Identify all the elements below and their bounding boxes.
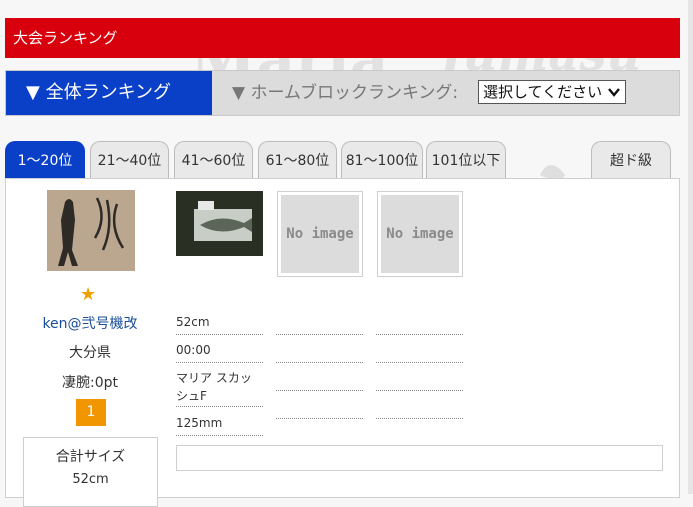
rank-badge: 1	[76, 399, 106, 426]
tab-81-100[interactable]: 81〜100位	[341, 141, 423, 179]
empty-cell	[276, 341, 363, 363]
catch-time: 00:00	[176, 341, 263, 363]
catch-lure-size: 125mm	[176, 414, 263, 436]
tab-41-60[interactable]: 41〜60位	[174, 141, 253, 179]
catch-lure: マリア スカッシュF	[176, 369, 263, 407]
total-size-value: 52cm	[72, 472, 109, 487]
no-image-placeholder: No image	[277, 191, 363, 277]
empty-cell	[376, 369, 463, 391]
home-block-select-value: 選択してください	[483, 83, 603, 101]
tab-21-40[interactable]: 21〜40位	[90, 141, 169, 179]
chevron-down-icon	[608, 88, 620, 97]
empty-cell	[376, 341, 463, 363]
catch-photo[interactable]	[176, 191, 263, 256]
tab-1-20[interactable]: 1〜20位	[5, 141, 85, 179]
player-prefecture: 大分県	[69, 345, 111, 361]
total-size-label: 合計サイズ	[55, 449, 126, 465]
avatar[interactable]	[47, 190, 135, 271]
comment-box	[176, 445, 663, 471]
player-name[interactable]: ken@弐号機改	[0, 313, 180, 333]
tab-101-plus[interactable]: 101位以下	[426, 141, 506, 179]
catch-photo-image	[176, 191, 263, 256]
home-block-select[interactable]: 選択してください	[478, 80, 626, 104]
empty-cell	[376, 397, 463, 419]
scrollbar-track[interactable]	[688, 0, 693, 494]
player-points: 凄腕:0pt	[62, 375, 118, 391]
tab-super-class[interactable]: 超ド級	[591, 141, 671, 179]
overall-ranking-tab[interactable]: ▼ 全体ランキング	[6, 71, 212, 115]
empty-cell	[276, 369, 363, 391]
catch-size: 52cm	[176, 313, 263, 335]
no-image-label: No image	[281, 195, 359, 273]
star-icon: ★	[80, 284, 97, 305]
empty-cell	[376, 313, 463, 335]
empty-cell	[276, 397, 363, 419]
ranking-switch: ▼ 全体ランキング ▼ ホームブロックランキング: 選択してください	[5, 70, 680, 116]
no-image-label: No image	[381, 195, 459, 273]
avatar-image	[47, 190, 135, 271]
no-image-placeholder: No image	[377, 191, 463, 277]
tab-61-80[interactable]: 61〜80位	[258, 141, 337, 179]
home-block-ranking-label: ▼ ホームブロックランキング:	[232, 83, 459, 103]
empty-cell	[276, 313, 363, 335]
page-title-bar: 大会ランキング	[5, 18, 680, 58]
total-size-box: 合計サイズ 52cm	[23, 437, 158, 507]
